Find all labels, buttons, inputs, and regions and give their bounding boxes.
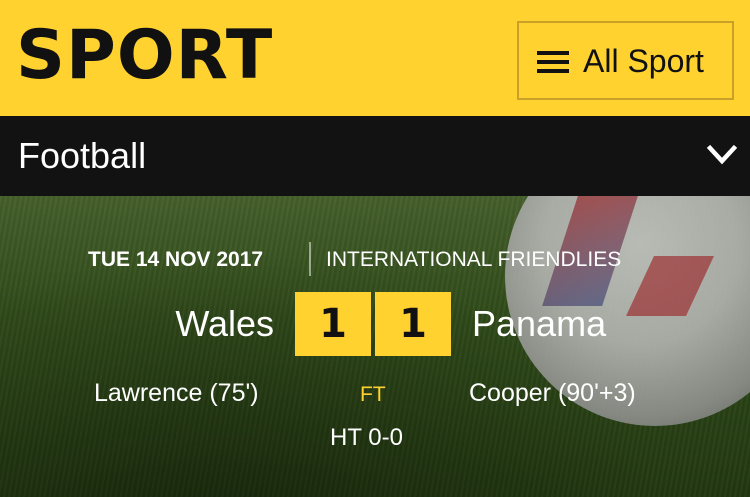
home-team-name[interactable]: Wales xyxy=(175,304,274,344)
section-nav[interactable]: Football xyxy=(0,116,750,196)
away-goal-scorer: Cooper (90'+3) xyxy=(469,379,636,407)
competition-name[interactable]: INTERNATIONAL FRIENDLIES xyxy=(326,246,621,273)
match-date: TUE 14 NOV 2017 xyxy=(88,248,264,271)
match-status: FT xyxy=(360,383,386,406)
all-sport-label: All Sport xyxy=(583,43,704,79)
home-score: 1 xyxy=(295,292,371,356)
home-goal-scorer: Lawrence (75') xyxy=(94,379,259,407)
hamburger-icon xyxy=(537,51,569,73)
all-sport-button[interactable]: All Sport xyxy=(517,21,734,100)
sport-logo[interactable]: SPORT xyxy=(16,22,273,90)
site-header: SPORT All Sport xyxy=(0,0,750,116)
away-score: 1 xyxy=(375,292,451,356)
chevron-down-icon[interactable] xyxy=(706,143,738,167)
match-background: TUE 14 NOV 2017 INTERNATIONAL FRIENDLIES… xyxy=(0,196,750,497)
match-meta: TUE 14 NOV 2017 INTERNATIONAL FRIENDLIES xyxy=(0,242,750,276)
section-title: Football xyxy=(18,135,147,176)
away-team-name[interactable]: Panama xyxy=(472,304,606,344)
half-time-score: HT 0-0 xyxy=(330,424,403,451)
divider xyxy=(309,242,311,276)
